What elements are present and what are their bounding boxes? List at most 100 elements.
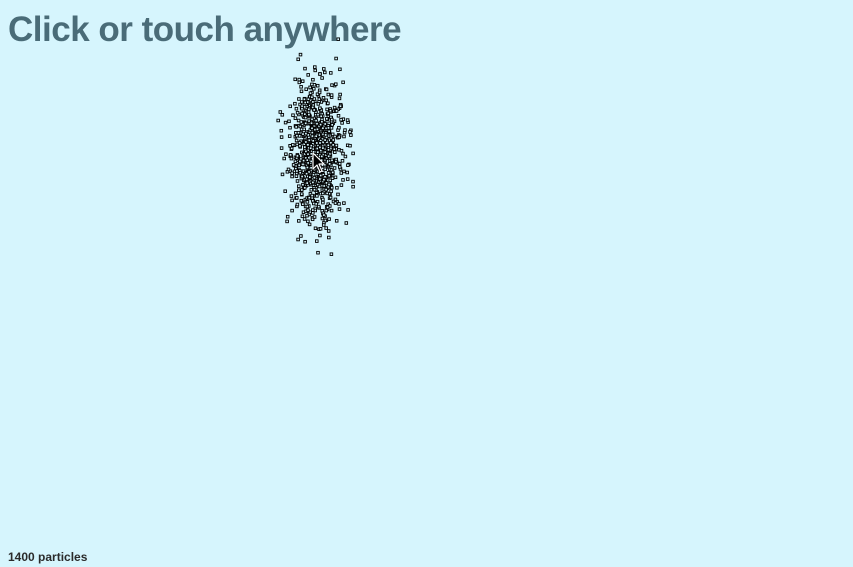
particle (340, 159, 345, 163)
particle (308, 175, 312, 179)
particle (349, 133, 353, 137)
particle (318, 141, 322, 145)
particle (309, 188, 314, 192)
particle (318, 233, 322, 238)
particle (318, 227, 323, 231)
particle (337, 207, 342, 211)
particle (307, 138, 312, 143)
particle (351, 179, 355, 184)
particle (324, 208, 328, 213)
particle (294, 125, 298, 129)
particle (299, 120, 304, 124)
particle (284, 152, 288, 156)
particle (299, 198, 304, 203)
particle (307, 112, 311, 117)
particle (314, 202, 318, 206)
particle (327, 217, 331, 221)
particle (297, 163, 301, 168)
particle (299, 192, 304, 196)
particle (316, 102, 321, 106)
particle (316, 250, 320, 255)
particle (321, 96, 326, 100)
particle (315, 194, 319, 198)
particle (348, 130, 352, 134)
particle (339, 117, 343, 122)
particle (312, 215, 317, 219)
particle (310, 134, 315, 138)
particle (333, 134, 337, 139)
particle (314, 118, 318, 123)
particle (338, 67, 342, 72)
particle (334, 159, 338, 164)
particle (289, 156, 294, 161)
particle (299, 85, 303, 89)
particle (304, 140, 308, 144)
particle (289, 194, 294, 198)
particle (340, 121, 344, 125)
particle (279, 146, 284, 150)
particle (321, 197, 325, 202)
particle (299, 234, 303, 238)
particle (334, 109, 339, 113)
particle (313, 226, 318, 231)
particle (297, 80, 302, 85)
particle (327, 173, 331, 178)
particle (321, 200, 325, 205)
particle (321, 191, 325, 196)
particle (291, 143, 295, 147)
particle (290, 208, 294, 213)
particle (326, 92, 331, 97)
particle (306, 73, 310, 77)
particle (314, 134, 318, 138)
particle (304, 131, 308, 136)
particle (301, 158, 306, 163)
particle (309, 121, 314, 125)
particle (311, 180, 315, 185)
particle (326, 171, 331, 175)
particle (329, 93, 334, 97)
particle (303, 145, 307, 149)
particle (294, 106, 299, 111)
particle (303, 66, 307, 71)
particle (293, 159, 298, 164)
particle (345, 170, 349, 175)
particle (320, 76, 324, 80)
particle (280, 113, 285, 117)
particle (305, 204, 310, 209)
particle (330, 117, 334, 122)
particle (334, 82, 338, 86)
particle (311, 100, 315, 104)
particle (300, 188, 304, 192)
particle (326, 143, 331, 148)
particle (295, 179, 300, 183)
particle (311, 139, 315, 143)
particle (283, 189, 287, 193)
particle (323, 133, 328, 137)
particle-cloud (276, 37, 355, 256)
particle (300, 174, 304, 179)
particle (300, 111, 304, 116)
particle (293, 101, 297, 106)
particle (286, 167, 291, 172)
particle (305, 165, 310, 170)
particle (301, 202, 305, 206)
particle (351, 184, 355, 189)
particle (293, 116, 298, 120)
particle-canvas[interactable]: Click or touch anywhere 1400 particles (0, 0, 853, 567)
particle (280, 172, 285, 177)
particle (276, 118, 280, 123)
particle (305, 200, 310, 204)
particle (345, 177, 350, 181)
particle (330, 123, 334, 127)
particle (300, 106, 304, 111)
particle (326, 154, 331, 159)
particle (337, 96, 342, 101)
particle (303, 186, 307, 190)
particle (312, 108, 316, 112)
particle (311, 77, 315, 82)
particle (293, 77, 297, 82)
particle (313, 68, 317, 73)
particle (341, 178, 345, 182)
particle (298, 144, 302, 148)
particle (326, 101, 330, 106)
